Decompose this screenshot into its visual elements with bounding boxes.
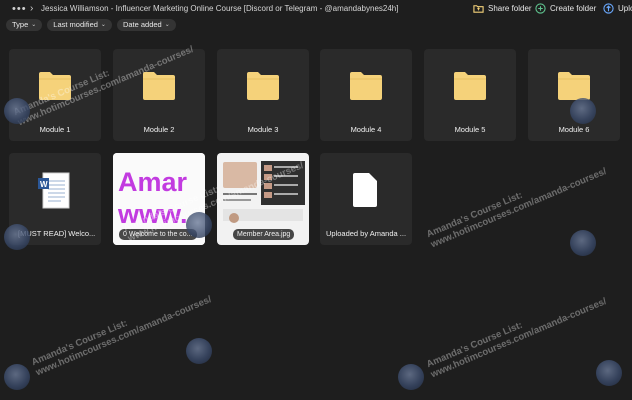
top-bar: ••• › Jessica Williamson - Influencer Ma… <box>0 0 632 18</box>
watermark-line1: Amanda's Course List: <box>425 319 525 371</box>
upload-icon <box>603 3 614 14</box>
share-folder-label: Share folder <box>488 4 532 13</box>
watermark-avatar-icon <box>4 364 30 390</box>
breadcrumb[interactable]: Jessica Williamson - Influencer Marketin… <box>41 4 398 13</box>
folder-name: Module 6 <box>558 125 590 134</box>
file-name: [MUST READ] Welco... <box>18 229 96 238</box>
chevron-down-icon: ⌄ <box>164 22 170 28</box>
watermark-text: Amanda's Course List: www.hotimcourses.co… <box>425 286 608 380</box>
filter-bar: Type ⌄ Last modified ⌄ Date added ⌄ <box>6 19 176 31</box>
filter-date-added[interactable]: Date added ⌄ <box>116 19 176 31</box>
create-folder-button[interactable]: Create folder <box>535 3 596 14</box>
share-folder-button[interactable]: Share folder <box>473 3 532 14</box>
chevron-down-icon: ⌄ <box>100 22 106 28</box>
watermark-line2: www.hotimcourses.com/amanda-courses/ <box>34 294 214 379</box>
folder-card-module-5[interactable]: Module 5 <box>424 49 516 141</box>
folder-name: Module 5 <box>454 125 486 134</box>
watermark-line1: Amanda's Course List: <box>425 189 525 241</box>
folder-card-module-4[interactable]: Module 4 <box>320 49 412 141</box>
filter-last-modified[interactable]: Last modified ⌄ <box>47 19 112 31</box>
file-name: Uploaded by Amanda ... <box>325 229 407 238</box>
folder-icon <box>558 72 590 100</box>
upload-label: Uplo <box>618 4 632 13</box>
watermark-text: Amanda's Course List: www.hotimcourses.co… <box>425 156 608 250</box>
watermark-line1: Amanda's Course List: <box>30 317 130 369</box>
filter-type[interactable]: Type ⌄ <box>6 19 43 31</box>
upload-button[interactable]: Uplo <box>603 3 632 14</box>
folder-icon <box>247 72 279 100</box>
folder-icon <box>350 72 382 100</box>
folder-name: Module 2 <box>143 125 175 134</box>
file-card-word-doc[interactable]: W [MUST READ] Welco... <box>9 153 101 245</box>
filter-type-label: Type <box>12 20 29 29</box>
folder-card-module-6[interactable]: Module 6 <box>528 49 620 141</box>
folder-card-module-2[interactable]: Module 2 <box>113 49 205 141</box>
folder-icon <box>454 72 486 100</box>
chevron-right-icon: › <box>30 3 34 14</box>
folder-card-module-3[interactable]: Module 3 <box>217 49 309 141</box>
file-card-welcome-image[interactable]: Amar www. 0 Welcome to the co... <box>113 153 205 245</box>
watermark-text: Amanda's Course List: www.hotimcourses.co… <box>30 284 213 378</box>
watermark-avatar-icon <box>398 364 424 390</box>
svg-text:W: W <box>40 180 48 189</box>
file-name: Member Area.jpg <box>233 229 295 240</box>
watermark-line2: www.hotimcourses.com/amanda-courses/ <box>429 296 609 381</box>
folder-name: Module 4 <box>350 125 382 134</box>
folder-card-module-1[interactable]: Module 1 <box>9 49 101 141</box>
file-name: 0 Welcome to the co... <box>119 229 197 240</box>
folder-name: Module 1 <box>39 125 71 134</box>
preview-text-line1: Amar <box>118 167 188 197</box>
plus-circle-icon <box>535 3 546 14</box>
create-folder-label: Create folder <box>550 4 597 13</box>
watermark-avatar-icon <box>596 360 622 386</box>
folder-icon <box>143 72 175 100</box>
watermark-avatar-icon <box>186 338 212 364</box>
blank-file-icon <box>353 173 377 207</box>
chevron-down-icon: ⌄ <box>31 22 37 28</box>
watermark-line2: www.hotimcourses.com/amanda-courses/ <box>429 166 609 251</box>
share-folder-icon <box>473 5 484 13</box>
more-options-button[interactable]: ••• <box>12 3 27 15</box>
filter-date-added-label: Date added <box>122 20 162 29</box>
folder-icon <box>39 72 71 100</box>
preview-text-line2: www. <box>118 199 188 229</box>
folder-name: Module 3 <box>247 125 279 134</box>
file-card-member-area[interactable]: Member Area.jpg <box>217 153 309 245</box>
filter-last-modified-label: Last modified <box>53 20 98 29</box>
word-document-icon: W <box>38 172 70 209</box>
watermark-avatar-icon <box>570 230 596 256</box>
file-card-uploaded-by[interactable]: Uploaded by Amanda ... <box>320 153 412 245</box>
